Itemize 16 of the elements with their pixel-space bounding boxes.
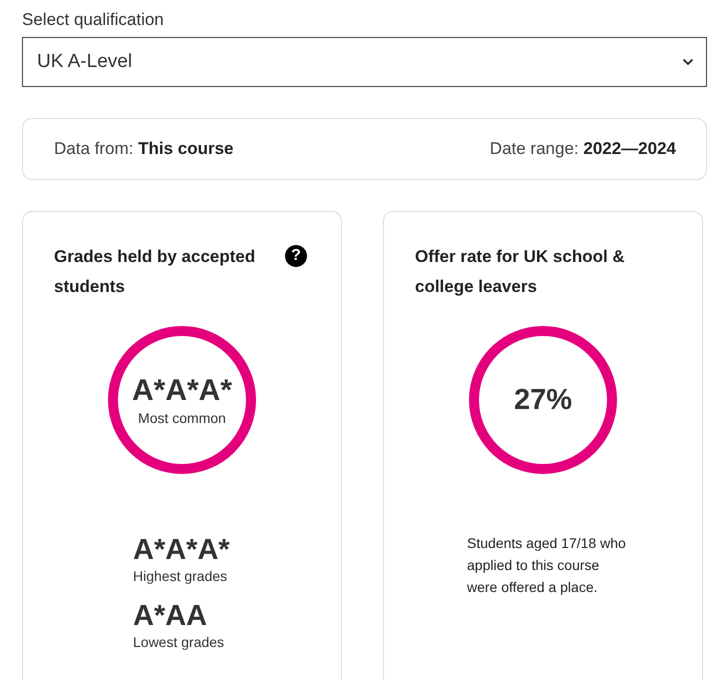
help-button[interactable]: ? — [285, 245, 307, 267]
grade-caption: Highest grades — [133, 568, 228, 584]
description-text: Students aged 17/18 who applied to this course were offered a place. — [467, 534, 627, 597]
qualification-select[interactable]: UK A-Level — [22, 37, 707, 87]
card-title: Offer rate for UK school & college leavers — [415, 246, 626, 298]
ring-value: A*A*A* — [132, 374, 232, 408]
ring-caption: Most common — [138, 410, 226, 426]
date-range-text: Date range: 2022—2024 — [490, 139, 676, 159]
grade-value: A*A*A* — [133, 533, 231, 568]
grade-caption: Lowest grades — [133, 634, 226, 650]
ring-value: 27% — [514, 384, 572, 416]
field-label: Select qualification — [22, 10, 165, 30]
chevron-down-icon — [682, 58, 694, 66]
card-title: Grades held by accepted students — [54, 246, 256, 298]
grade-value: A*AA — [133, 599, 208, 634]
data-source-text: Data from: This course — [54, 139, 234, 159]
